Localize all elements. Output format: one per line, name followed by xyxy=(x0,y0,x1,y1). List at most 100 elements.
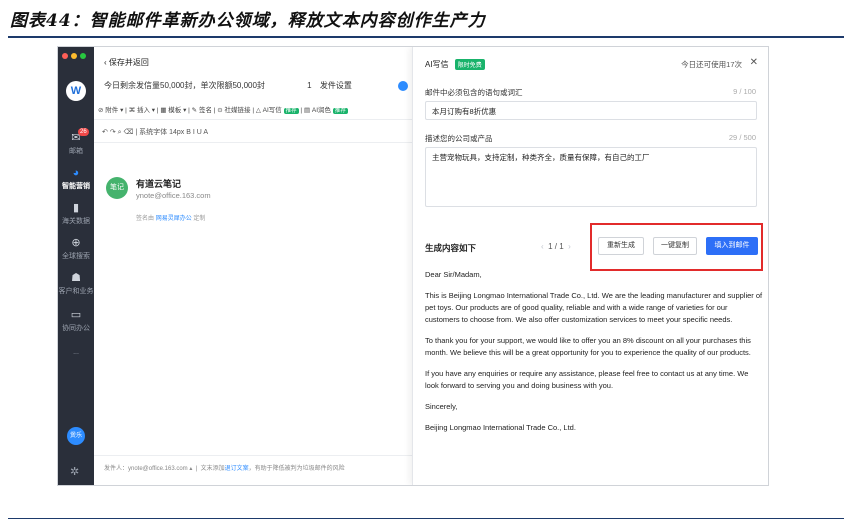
link-icon: ⊙ xyxy=(217,107,223,114)
send-quota-text: 今日剩余发信量50,000封，单次限额50,000封 xyxy=(104,81,265,90)
sidebar-item-marketing[interactable]: ◕ 智能营销 xyxy=(58,167,94,191)
sidebar-nav: W ✉ 26 邮箱 ◕ 智能营销 ▮ 海关数据 ⊕ 全球搜索 ☗ 客户和业务 ▭… xyxy=(58,47,94,485)
signature-note-link[interactable]: 网易灵犀办公 xyxy=(156,216,192,222)
sidebar-item-mailbox[interactable]: ✉ 26 邮箱 xyxy=(58,128,94,156)
undo-icon[interactable]: ↶ xyxy=(102,129,108,136)
signature-note-suffix: 定制 xyxy=(193,216,206,222)
send-settings-toggle[interactable] xyxy=(398,80,409,91)
app-logo-icon: W xyxy=(66,81,86,101)
free-tag: 限时免费 xyxy=(454,59,485,70)
recommend-tag: 推荐 xyxy=(283,108,299,114)
save-and-return-label: 保存并返回 xyxy=(108,58,149,67)
signature-note-prefix: 签名由 xyxy=(136,216,155,222)
usage-quota: 今日还可使用17次 xyxy=(681,60,742,69)
window-controls xyxy=(62,53,86,59)
template-icon: ▦ xyxy=(160,107,167,114)
field-count-company: 29 / 500 xyxy=(728,133,756,142)
figure-caption: 图表44：智能邮件革新办公领域，释放文本内容创作生产力 xyxy=(10,11,486,31)
result-pager: ‹ 1 / 1 › xyxy=(541,242,571,251)
prev-page-icon[interactable]: ‹ xyxy=(541,242,544,251)
field-label-keywords: 邮件中必须包含的语句或词汇 xyxy=(425,88,523,97)
letter-paragraph: If you have any enquiries or require any… xyxy=(425,369,749,390)
bottom-rule xyxy=(8,518,844,519)
compose-area: ‹ 保存并返回 今日剩余发信量50,000封，单次限额50,000封 1 发件设… xyxy=(94,47,412,485)
clear-format-icon[interactable]: ⌫ xyxy=(124,129,134,136)
pie-chart-icon: ◕ xyxy=(72,167,80,179)
sidebar-item-label: 邮箱 xyxy=(69,148,83,155)
compose-footer: 发件人：ynote@office.163.com ▴ | 文末添加退订文案，有助… xyxy=(104,466,345,472)
bar-chart-icon: ▮ xyxy=(72,202,80,214)
sidebar-item-label: 全球搜索 xyxy=(62,253,90,260)
ai-icon: △ xyxy=(255,107,261,114)
unsubscribe-tip-suffix: ，有助于降低被判为垃圾邮件的风险 xyxy=(248,466,345,472)
ai-write-panel: AI写信 限时免费 今日还可使用17次 ✕ 邮件中必须包含的语句或词汇 9 / … xyxy=(412,47,768,485)
footer-divider xyxy=(94,455,412,456)
next-page-icon[interactable]: › xyxy=(568,242,571,251)
monitor-icon: ▭ xyxy=(70,309,82,321)
letter-paragraph: Sincerely, xyxy=(425,402,458,411)
company-description-input[interactable]: 主营宠物玩具，支持定制，种类齐全，质量有保障，有自己的工厂 xyxy=(425,147,757,207)
unsubscribe-tip-prefix: 文末添加 xyxy=(200,466,225,472)
toolbar-divider xyxy=(94,119,412,120)
sidebar-item-label: 协同办公 xyxy=(62,325,90,332)
keywords-input[interactable]: 本月订购有8折优惠 xyxy=(425,101,757,120)
save-and-return-button[interactable]: ‹ 保存并返回 xyxy=(104,57,149,68)
sidebar-item-customers[interactable]: ☗ 客户和业务 xyxy=(58,272,94,296)
send-settings-link[interactable]: 发件设置 xyxy=(320,81,352,90)
unsubscribe-link[interactable]: 退订文案 xyxy=(225,466,249,472)
more-icon: ... xyxy=(73,349,79,356)
sidebar-item-global-search[interactable]: ⊕ 全球搜索 xyxy=(58,237,94,261)
close-icon[interactable]: ✕ xyxy=(750,57,758,68)
highlight-box xyxy=(590,223,763,271)
caption-rule xyxy=(8,36,844,38)
panel-title-text: AI写信 xyxy=(425,60,449,69)
maximize-window-button[interactable] xyxy=(80,53,86,59)
send-number: 1 xyxy=(307,81,312,90)
toolbar-ai-polish[interactable]: AI润色 xyxy=(312,107,331,114)
compose-toolbar: ⊘ 附件 ▾ | ⌘ 插入 ▾ | ▦ 模板 ▾ | ✎ 签名 | ⊙ 社媒链接… xyxy=(98,107,348,114)
toolbar-ai-write[interactable]: AI写信 xyxy=(263,107,282,114)
panel-title: AI写信 限时免费 xyxy=(425,59,485,70)
user-avatar[interactable]: 煲乐 xyxy=(67,427,85,445)
sidebar-item-label: 客户和业务 xyxy=(58,288,94,295)
format-painter-icon[interactable]: ⌕ xyxy=(118,129,122,136)
generated-letter: Dear Sir/Madam, This is Beijing Longmao … xyxy=(425,269,763,443)
minimize-window-button[interactable] xyxy=(71,53,77,59)
toolbar-template[interactable]: 模板 xyxy=(168,107,181,114)
unread-badge: 26 xyxy=(78,128,89,136)
format-bar[interactable]: ↶ ↷ ⌕ ⌫ | 系统字体 14px B I U A xyxy=(102,127,208,137)
send-quota-row: 今日剩余发信量50,000封，单次限额50,000封 1 发件设置 xyxy=(104,80,409,91)
sidebar-item-more[interactable]: ... xyxy=(58,349,94,356)
app-window: W ✉ 26 邮箱 ◕ 智能营销 ▮ 海关数据 ⊕ 全球搜索 ☗ 客户和业务 ▭… xyxy=(57,46,769,486)
toolbar-social-link[interactable]: 社媒链接 xyxy=(225,107,251,114)
letter-paragraph: To thank you for your support, we would … xyxy=(425,336,751,357)
signature-note: 签名由 网易灵犀办公 定制 xyxy=(136,213,205,222)
recommend-tag: 推荐 xyxy=(332,108,348,114)
sender-field[interactable]: 发件人：ynote@office.163.com xyxy=(104,466,188,472)
format-divider xyxy=(94,142,412,143)
close-window-button[interactable] xyxy=(62,53,68,59)
globe-icon: ⊕ xyxy=(71,237,81,249)
toolbar-attachment[interactable]: 附件 xyxy=(105,107,118,114)
letter-paragraph: Beijing Longmao International Trade Co.,… xyxy=(425,423,576,432)
attachment-icon: ⊘ xyxy=(98,107,104,114)
output-title: 生成内容如下 xyxy=(425,243,477,253)
insert-icon: ⌘ xyxy=(128,107,136,114)
signature-avatar: 笔记 xyxy=(106,177,128,199)
signature-name: 有道云笔记 xyxy=(136,179,182,189)
gear-icon[interactable]: ✲ xyxy=(70,465,79,478)
field-count-keywords: 9 / 100 xyxy=(733,87,756,96)
field-label-company: 描述您的公司或产品 xyxy=(425,134,493,143)
letter-paragraph: This is Beijing Longmao International Tr… xyxy=(425,291,763,324)
letter-paragraph: Dear Sir/Madam, xyxy=(425,270,482,279)
sidebar-item-customs-data[interactable]: ▮ 海关数据 xyxy=(58,202,94,226)
pager-text: 1 / 1 xyxy=(548,242,564,251)
sidebar-item-label: 智能营销 xyxy=(62,183,90,190)
toolbar-insert[interactable]: 插入 xyxy=(137,107,150,114)
format-options[interactable]: 系统字体 14px B I U A xyxy=(139,129,208,136)
toolbar-signature[interactable]: 签名 xyxy=(199,107,212,114)
polish-icon: ▤ xyxy=(303,107,311,114)
sidebar-item-collaboration[interactable]: ▭ 协同办公 xyxy=(58,309,94,333)
redo-icon[interactable]: ↷ xyxy=(110,129,116,136)
sidebar-item-label: 海关数据 xyxy=(62,218,90,225)
